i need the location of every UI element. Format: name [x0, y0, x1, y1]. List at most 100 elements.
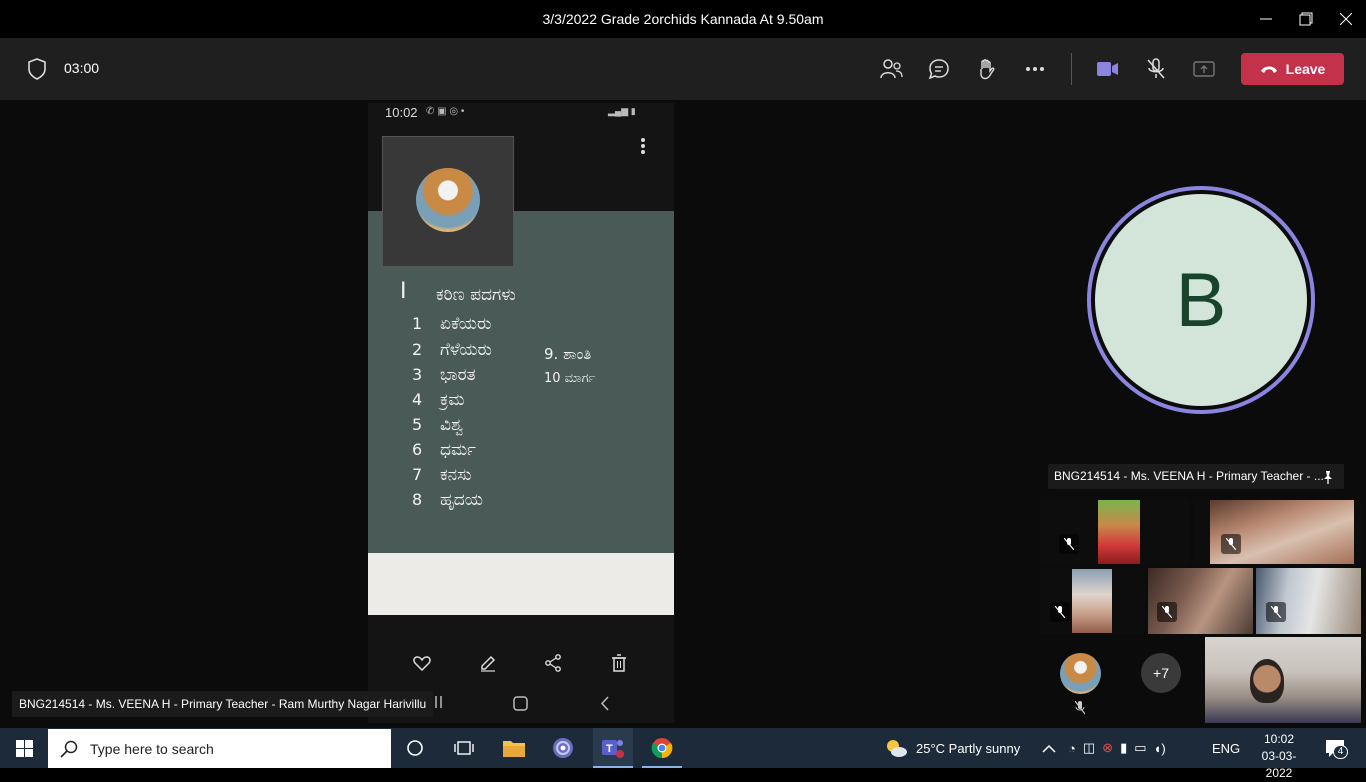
clock[interactable]: 10:02 03-03-2022 — [1252, 731, 1306, 782]
heart-icon[interactable] — [408, 649, 436, 677]
chalk-line-number: 2 — [412, 340, 423, 359]
cortana-icon[interactable] — [406, 739, 424, 762]
minimize-icon — [1260, 18, 1272, 20]
chalk-line-number: 5 — [412, 415, 423, 434]
participant-tile-1[interactable] — [1040, 499, 1190, 565]
phone-hangup-icon — [1260, 66, 1277, 73]
camera-tray-icon[interactable]: ◫ — [1083, 740, 1095, 756]
trash-icon[interactable] — [605, 649, 633, 677]
close-button[interactable] — [1326, 0, 1366, 38]
back-nav-icon[interactable] — [600, 696, 610, 716]
chat-button[interactable] — [921, 51, 957, 87]
home-nav-icon[interactable] — [513, 696, 528, 716]
chalk-line-word: ಹೃದಯ — [440, 490, 483, 510]
chalk-line-number: 4 — [412, 390, 423, 409]
input-language[interactable]: ENG — [1212, 728, 1240, 768]
weather-text: 25°C Partly sunny — [916, 740, 1021, 756]
chalk-line-number: 6 — [412, 440, 423, 459]
chalk-line-number: 7 — [412, 465, 423, 484]
camera-icon — [1097, 62, 1118, 76]
avatar-initial: B — [1095, 194, 1307, 406]
mic-off-icon — [1266, 602, 1286, 622]
shared-phone-screen: 10:02 ✆ ▣ ◎ • ▂▄▆ ▮ I ಕರಿಣ ಪದಗಳು 1 ಏಕೆಯರು 2 ಗ… — [368, 103, 674, 723]
meeting-timer: 03:00 — [64, 60, 100, 76]
pin-icon[interactable] — [1322, 464, 1334, 489]
participant-tile-6[interactable] — [1205, 637, 1361, 723]
share-icon[interactable] — [539, 649, 567, 677]
chalk-line-number: 3 — [412, 365, 423, 384]
system-tray-icons: ◔ ◫ ⊗ ▮ ▭ ◖) — [1068, 728, 1166, 768]
participant-tile-5[interactable] — [1256, 568, 1361, 634]
chalk-line-word: ಭಾರತ — [440, 365, 476, 385]
kebab-menu-icon[interactable] — [640, 137, 646, 160]
chalk-line-word: ವಿಶ್ವ — [440, 415, 464, 435]
share-screen-button[interactable] — [1186, 51, 1222, 87]
participant-avatar-photo[interactable] — [1060, 653, 1101, 694]
pinned-name: BNG214514 - Ms. VEENA H - Primary Teache… — [1054, 469, 1324, 483]
chalk-line-word: ಗೆಳೆಯರು — [440, 340, 492, 360]
shield-icon — [27, 58, 47, 85]
clock-date: 03-03-2022 — [1261, 749, 1297, 780]
mic-button[interactable] — [1138, 51, 1174, 87]
mic-off-icon — [1157, 602, 1177, 622]
partly-sunny-icon — [887, 740, 907, 757]
taskbar-search-box[interactable]: Type here to search — [48, 729, 391, 768]
people-icon — [880, 59, 903, 79]
chrome-icon — [651, 738, 673, 759]
mic-off-icon — [1074, 700, 1086, 720]
chalk-line-number: 1 — [412, 314, 423, 333]
phone-signal-icons: ▂▄▆ ▮ — [608, 106, 636, 116]
notification-count: 4 — [1333, 745, 1348, 759]
maximize-button[interactable] — [1286, 0, 1326, 38]
volume-icon[interactable]: ◖) — [1154, 741, 1166, 756]
edit-pencil-icon[interactable] — [474, 649, 502, 677]
camera-button[interactable] — [1090, 51, 1126, 87]
more-actions-button[interactable] — [1017, 51, 1053, 87]
participant-video-2 — [1210, 500, 1354, 564]
svg-text:T: T — [606, 743, 613, 755]
more-participants-button[interactable]: +7 — [1141, 653, 1181, 693]
hand-icon — [980, 59, 995, 80]
toolbar-divider — [1071, 53, 1072, 85]
phone-status-icons: ✆ ▣ ◎ • — [426, 106, 465, 117]
chalk-line-word: ಕ್ರಮ — [440, 390, 465, 410]
more-icon — [1026, 67, 1044, 71]
teams-taskbar-button[interactable]: T — [593, 728, 633, 768]
pinned-participant-label: BNG214514 - Ms. VEENA H - Primary Teache… — [1048, 464, 1344, 489]
file-explorer-icon[interactable] — [502, 738, 526, 763]
pip-avatar — [416, 168, 480, 232]
battery-icon[interactable]: ▭ — [1134, 740, 1146, 756]
task-view-icon[interactable] — [454, 739, 474, 762]
browser-app-icon[interactable] — [552, 737, 574, 764]
chalk-line-number: 8 — [412, 490, 423, 509]
mic-off-icon — [1050, 602, 1070, 622]
teams-icon: T — [602, 740, 624, 758]
participant-tile-4[interactable] — [1148, 568, 1253, 634]
chat-icon — [928, 59, 949, 80]
mic-off-icon — [1059, 534, 1079, 554]
minimize-button[interactable] — [1246, 0, 1286, 38]
raise-hand-button[interactable] — [969, 51, 1005, 87]
windows-start-icon[interactable] — [16, 740, 33, 762]
chalk-side-1: 9. ಶಾಂತಿ — [544, 345, 592, 363]
tray-chevron-icon[interactable] — [1042, 728, 1056, 768]
presenter-name-tag: BNG214514 - Ms. VEENA H - Primary Teache… — [12, 691, 434, 717]
chalk-line-word: ಧರ್ಮ — [440, 440, 476, 460]
participant-tile-3[interactable] — [1040, 568, 1145, 634]
chrome-taskbar-button[interactable] — [642, 728, 682, 768]
notification-center-button[interactable]: 4 — [1325, 739, 1348, 764]
chalk-line-word: ಏಕೆಯರು — [440, 314, 492, 334]
participant-tile-2[interactable] — [1193, 499, 1361, 565]
self-view-pip — [382, 136, 514, 267]
active-speaker-avatar[interactable]: B — [1087, 186, 1315, 414]
weather-widget[interactable]: 25°C Partly sunny — [884, 728, 1020, 768]
people-button[interactable] — [873, 51, 909, 87]
leave-label: Leave — [1285, 61, 1326, 77]
mic-tray-icon[interactable]: ▮ — [1120, 740, 1127, 756]
search-placeholder: Type here to search — [90, 740, 214, 757]
network-blocked-icon[interactable]: ⊗ — [1102, 740, 1113, 756]
leave-button[interactable]: Leave — [1241, 53, 1344, 85]
chalk-line-word: ಕನಸು — [440, 465, 472, 485]
wifi-icon[interactable]: ◔ — [1068, 741, 1076, 756]
window-title: 3/3/2022 Grade 2orchids Kannada At 9.50a… — [542, 11, 824, 27]
